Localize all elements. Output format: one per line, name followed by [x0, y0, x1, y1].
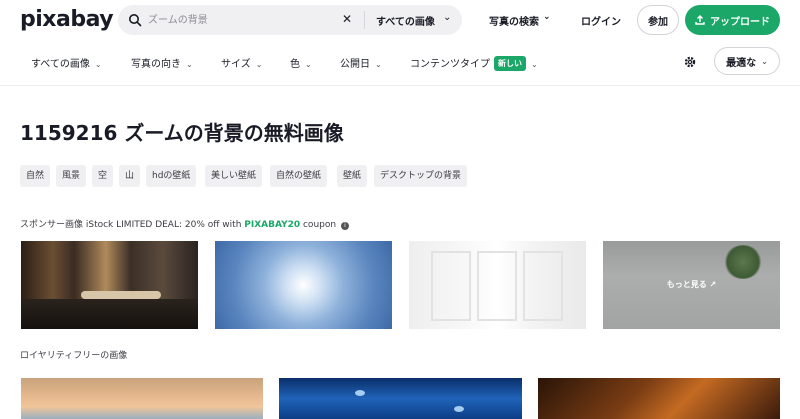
filter-color[interactable]: 色 ⌄ [290, 55, 312, 70]
tag-chip[interactable]: 風景 [56, 165, 87, 187]
chevron-down-icon: ⌄ [305, 60, 312, 69]
gear-icon[interactable] [683, 55, 697, 69]
sponsored-image-conference-room[interactable] [21, 241, 198, 329]
search-icon[interactable] [128, 13, 142, 27]
filter-label: 写真の向き [131, 59, 181, 70]
clear-icon[interactable]: ✕ [342, 12, 352, 26]
sponsor-suffix: coupon [300, 220, 337, 230]
chevron-down-icon: ⌄ [186, 60, 193, 69]
chevron-down-icon: ⌄ [255, 60, 263, 69]
sponsored-notice: スポンサー画像 iStock LIMITED DEAL: 20% off wit… [20, 217, 349, 230]
chevron-down-icon: ⌄ [761, 56, 768, 66]
sponsored-image-zoom-blur[interactable] [215, 241, 392, 329]
tag-chip[interactable]: 自然の壁紙 [270, 165, 328, 187]
login-link[interactable]: ログイン [581, 13, 621, 28]
photo-sunset-sea[interactable] [21, 378, 263, 419]
sponsored-image-more[interactable]: もっと見る ↗ [603, 241, 780, 329]
filter-label: すべての画像 [31, 59, 90, 70]
see-more-label: もっと見る [666, 280, 707, 289]
upload-icon [695, 15, 705, 25]
image-detail [21, 299, 198, 329]
filter-label: 公開日 [340, 59, 370, 70]
tag-chip[interactable]: 美しい壁紙 [205, 165, 263, 187]
photo-butterflies[interactable] [279, 378, 522, 419]
image-detail [454, 406, 464, 412]
sponsor-prefix: スポンサー画像 iStock LIMITED DEAL: 20% off wit… [20, 220, 245, 230]
sort-label: 最適な [726, 57, 757, 69]
new-badge: 新しい [494, 56, 526, 71]
chevron-down-icon: ⌄ [531, 60, 538, 69]
image-detail [81, 291, 161, 299]
external-link-icon: ↗ [709, 280, 717, 289]
coupon-code[interactable]: PIXABAY20 [244, 220, 300, 230]
pixabay-logo[interactable]: pixabay [20, 7, 114, 32]
chevron-down-icon: ⌄ [375, 60, 382, 69]
section-label: ロイヤリティフリーの画像 [20, 351, 128, 361]
image-detail [355, 390, 365, 396]
tag-chip[interactable]: 壁紙 [337, 165, 368, 187]
filter-content-type[interactable]: コンテンツタイプ 新しい ⌄ [410, 55, 538, 71]
upload-button[interactable]: アップロード [685, 5, 780, 35]
page-title: 1159216 ズームの背景の無料画像 [20, 121, 344, 145]
explore-menu[interactable]: 写真の検索 [489, 13, 539, 28]
search-divider [364, 11, 365, 29]
filter-label: 色 [290, 59, 300, 70]
image-detail [431, 251, 471, 321]
upload-label: アップロード [710, 16, 770, 28]
filter-published-date[interactable]: 公開日 ⌄ [340, 55, 382, 70]
filter-label: サイズ [221, 59, 251, 70]
image-detail [523, 251, 563, 321]
filter-size[interactable]: サイズ ⌄ [221, 55, 262, 70]
search-bar: ✕ すべての画像 ⌄ [118, 5, 462, 35]
tag-chip[interactable]: 山 [119, 165, 141, 187]
sort-select[interactable]: 最適な ⌄ [714, 47, 780, 75]
see-more-link[interactable]: もっと見る ↗ [603, 279, 780, 290]
sponsored-image-white-wall[interactable] [409, 241, 586, 329]
tag-chip[interactable]: 自然 [20, 165, 51, 187]
chevron-down-icon: ⌄ [94, 60, 102, 69]
filter-bar: すべての画像 ⌄ 写真の向き ⌄ サイズ ⌄ 色 ⌄ 公開日 ⌄ コンテンツタイプ 新しい ⌄… [0, 40, 800, 86]
search-input[interactable] [148, 9, 348, 31]
tag-chip[interactable]: 空 [92, 165, 114, 187]
image-detail [477, 251, 517, 321]
search-scope-select[interactable]: すべての画像 [376, 13, 435, 28]
top-header: pixabay ✕ すべての画像 ⌄ 写真の検索 ⌄ ログイン 参加 アップロー… [0, 0, 800, 40]
join-button[interactable]: 参加 [637, 5, 679, 35]
filter-label: コンテンツタイプ [410, 59, 490, 70]
tag-chip[interactable]: hdの壁紙 [146, 165, 197, 187]
chevron-down-icon[interactable]: ⌄ [543, 12, 551, 22]
tag-chip[interactable]: デスクトップの背景 [374, 165, 468, 187]
info-icon[interactable]: i [340, 222, 349, 230]
filter-all-images[interactable]: すべての画像 ⌄ [31, 55, 102, 70]
chevron-down-icon[interactable]: ⌄ [443, 12, 451, 23]
filter-orientation[interactable]: 写真の向き ⌄ [131, 55, 193, 70]
photo-autumn[interactable] [538, 378, 780, 419]
